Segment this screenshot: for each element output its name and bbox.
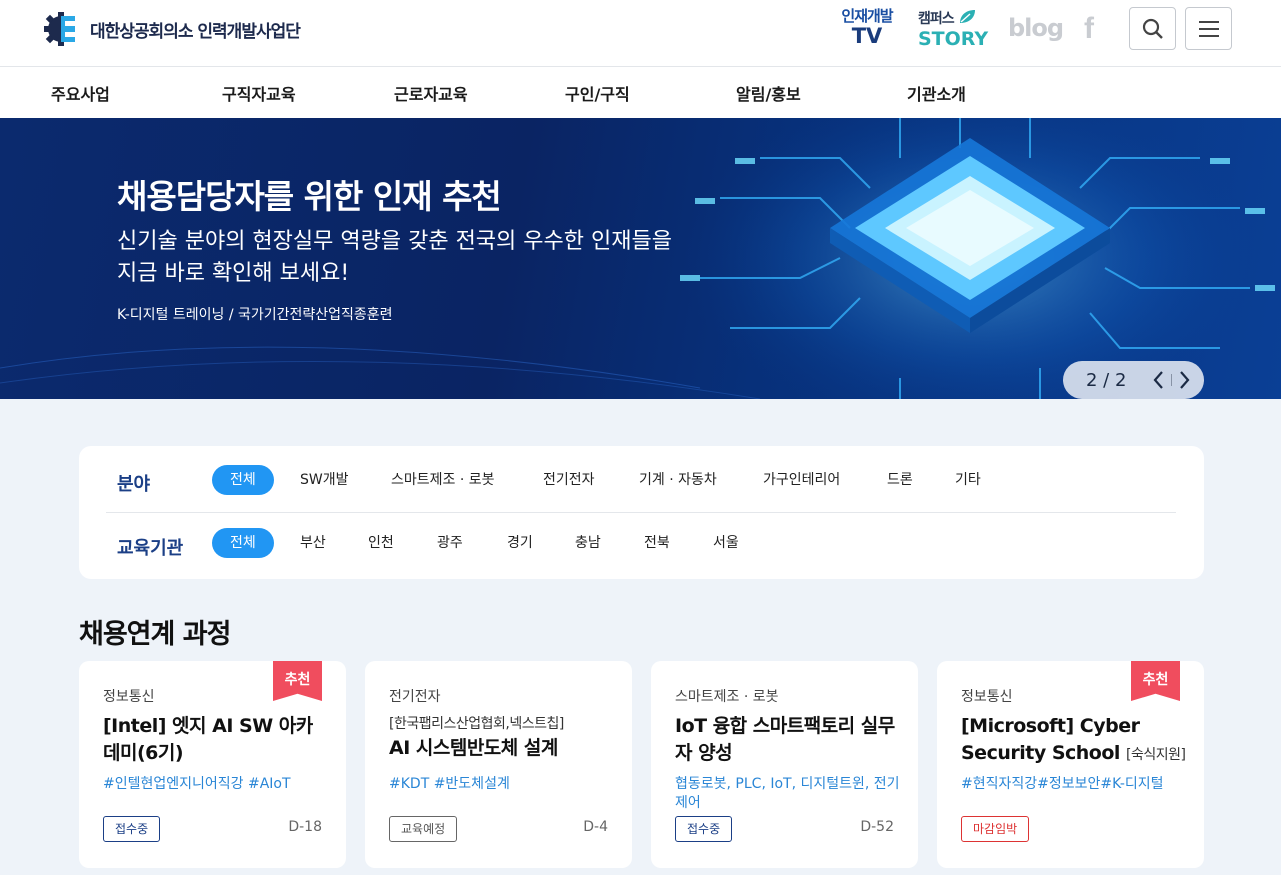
field-chip-drone[interactable]: 드론	[869, 465, 931, 495]
leaf-icon	[959, 10, 975, 23]
field-chip-sw[interactable]: SW개발	[282, 465, 367, 495]
card-title-text: AI 시스템반도체 설계	[389, 737, 558, 759]
prev-slide-icon[interactable]	[1152, 370, 1166, 390]
logo-text: 대한상공회의소 인력개발사업단	[90, 21, 301, 42]
hero-title: 채용담당자를 위한 인재 추천	[117, 177, 502, 216]
org-chip-chungnam[interactable]: 충남	[557, 528, 619, 558]
hero-tag: K-디지털 트레이닝 / 국가기간전략산업직종훈련	[117, 307, 393, 323]
card-title-note: [숙식지원]	[1126, 747, 1186, 763]
field-label: 분야	[117, 474, 151, 495]
card-title-text: IoT 융합 스마트팩토리 실무자 양성	[675, 715, 895, 764]
site-header: 대한상공회의소 인력개발사업단 인재개발 TV 캠퍼스 STORY blog f	[0, 0, 1281, 67]
site-logo[interactable]: 대한상공회의소 인력개발사업단	[44, 12, 301, 46]
tv-line2: TV	[851, 24, 883, 48]
tv-line1: 인재개발	[841, 7, 893, 25]
status-badge: 교육예정	[389, 816, 458, 842]
campus-story-link[interactable]: 캠퍼스 STORY	[918, 9, 990, 49]
card-category: 정보통신	[103, 689, 155, 705]
nav-item-jobseeker-education[interactable]: 구직자교육	[222, 81, 296, 105]
hero-banner[interactable]: 채용담당자를 위한 인재 추천 신기술 분야의 현장실무 역량을 갖춘 전국의 …	[0, 118, 1281, 399]
card-tags: #인텔현업엔지니어직강 #AIoT	[103, 776, 291, 792]
blog-link[interactable]: blog	[1008, 14, 1064, 42]
card-title-text: [Intel] 엣지 AI SW 아카데미(6기)	[103, 715, 313, 764]
card-tags: #KDT #반도체설계	[389, 776, 510, 792]
card-title: [한국팹리스산업협회,넥스트칩] AI 시스템반도체 설계	[389, 713, 614, 762]
course-filter: 분야 전체 SW개발 스마트제조 · 로봇 전기전자 기계 · 자동차 가구인테…	[79, 446, 1204, 579]
card-category: 정보통신	[961, 689, 1013, 705]
field-chip-smart-manufacturing[interactable]: 스마트제조 · 로봇	[373, 465, 513, 495]
card-tags: #현직자직강#정보보안#K-디지털	[961, 776, 1164, 792]
search-button[interactable]	[1129, 7, 1176, 50]
org-chip-busan[interactable]: 부산	[282, 528, 344, 558]
card-category: 스마트제조 · 로봇	[675, 689, 779, 705]
card-dday: D-4	[583, 819, 608, 835]
nav-item-recruit[interactable]: 구인/구직	[565, 81, 630, 105]
card-dday: D-18	[288, 819, 322, 835]
field-chip-furniture[interactable]: 가구인테리어	[745, 465, 858, 495]
status-badge: 마감임박	[961, 816, 1030, 842]
card-title-text: [Microsoft] Cyber Security School	[961, 715, 1140, 764]
org-chip-all[interactable]: 전체	[212, 528, 274, 558]
slider-pager: 2 / 2	[1063, 361, 1204, 399]
card-title: IoT 융합 스마트팩토리 실무자 양성	[675, 713, 900, 767]
recommend-ribbon: 추천	[1131, 661, 1180, 701]
org-label: 교육기관	[117, 538, 184, 559]
field-chip-all[interactable]: 전체	[212, 465, 274, 495]
logo-gear-icon	[44, 12, 75, 46]
nav-item-about[interactable]: 기관소개	[907, 81, 966, 105]
course-card[interactable]: 추천 정보통신 [Intel] 엣지 AI SW 아카데미(6기) #인텔현업엔…	[79, 661, 346, 868]
slide-counter: 2 / 2	[1086, 370, 1127, 391]
card-title-prefix: [한국팹리스산업협회,넥스트칩]	[389, 716, 564, 732]
course-card[interactable]: 스마트제조 · 로봇 IoT 융합 스마트팩토리 실무자 양성 협동로봇, PL…	[651, 661, 918, 868]
org-chip-seoul[interactable]: 서울	[695, 528, 757, 558]
card-dday: D-52	[860, 819, 894, 835]
org-chip-gwangju[interactable]: 광주	[419, 528, 481, 558]
status-badge: 접수중	[675, 816, 733, 842]
next-slide-icon[interactable]	[1177, 370, 1191, 390]
filter-divider	[106, 512, 1176, 513]
story-line2: STORY	[918, 28, 989, 50]
recommend-ribbon: 추천	[273, 661, 322, 701]
search-icon	[1142, 18, 1163, 39]
course-card[interactable]: 추천 정보통신 [Microsoft] Cyber Security Schoo…	[937, 661, 1204, 868]
card-title: [Microsoft] Cyber Security School [숙식지원]	[961, 713, 1186, 769]
field-chip-other[interactable]: 기타	[937, 465, 999, 495]
talent-tv-link[interactable]: 인재개발 TV	[832, 9, 902, 47]
facebook-icon[interactable]: f	[1084, 12, 1094, 46]
course-card[interactable]: 전기전자 [한국팹리스산업협회,넥스트칩] AI 시스템반도체 설계 #KDT …	[365, 661, 632, 868]
org-chip-gyeonggi[interactable]: 경기	[489, 528, 551, 558]
field-chip-electrical[interactable]: 전기전자	[525, 465, 613, 495]
org-chip-incheon[interactable]: 인천	[350, 528, 412, 558]
hero-subtitle-line1: 신기술 분야의 현장실무 역량을 갖춘 전국의 우수한 인재들을	[117, 229, 672, 254]
card-category: 전기전자	[389, 689, 441, 705]
main-nav: 주요사업 구직자교육 근로자교육 구인/구직 알림/홍보 기관소개	[0, 67, 1281, 118]
field-chip-mechanical[interactable]: 기계 · 자동차	[621, 465, 735, 495]
nav-item-worker-education[interactable]: 근로자교육	[394, 81, 468, 105]
nav-item-main-business[interactable]: 주요사업	[51, 81, 110, 105]
hero-subtitle: 신기술 분야의 현장실무 역량을 갖춘 전국의 우수한 인재들을 지금 바로 확…	[117, 226, 737, 290]
status-badge: 접수중	[103, 816, 161, 842]
pager-divider	[1171, 374, 1172, 386]
menu-button[interactable]	[1185, 7, 1232, 50]
nav-item-news[interactable]: 알림/홍보	[736, 81, 801, 105]
story-line1: 캠퍼스	[918, 9, 990, 26]
card-title: [Intel] 엣지 AI SW 아카데미(6기)	[103, 713, 328, 767]
org-chip-jeonbuk[interactable]: 전북	[626, 528, 688, 558]
section-title: 채용연계 과정	[79, 619, 231, 650]
menu-icon	[1198, 20, 1219, 37]
hero-subtitle-line2: 지금 바로 확인해 보세요!	[117, 261, 350, 286]
card-tags: 협동로봇, PLC, IoT, 디지털트윈, 전기제어	[675, 776, 900, 811]
